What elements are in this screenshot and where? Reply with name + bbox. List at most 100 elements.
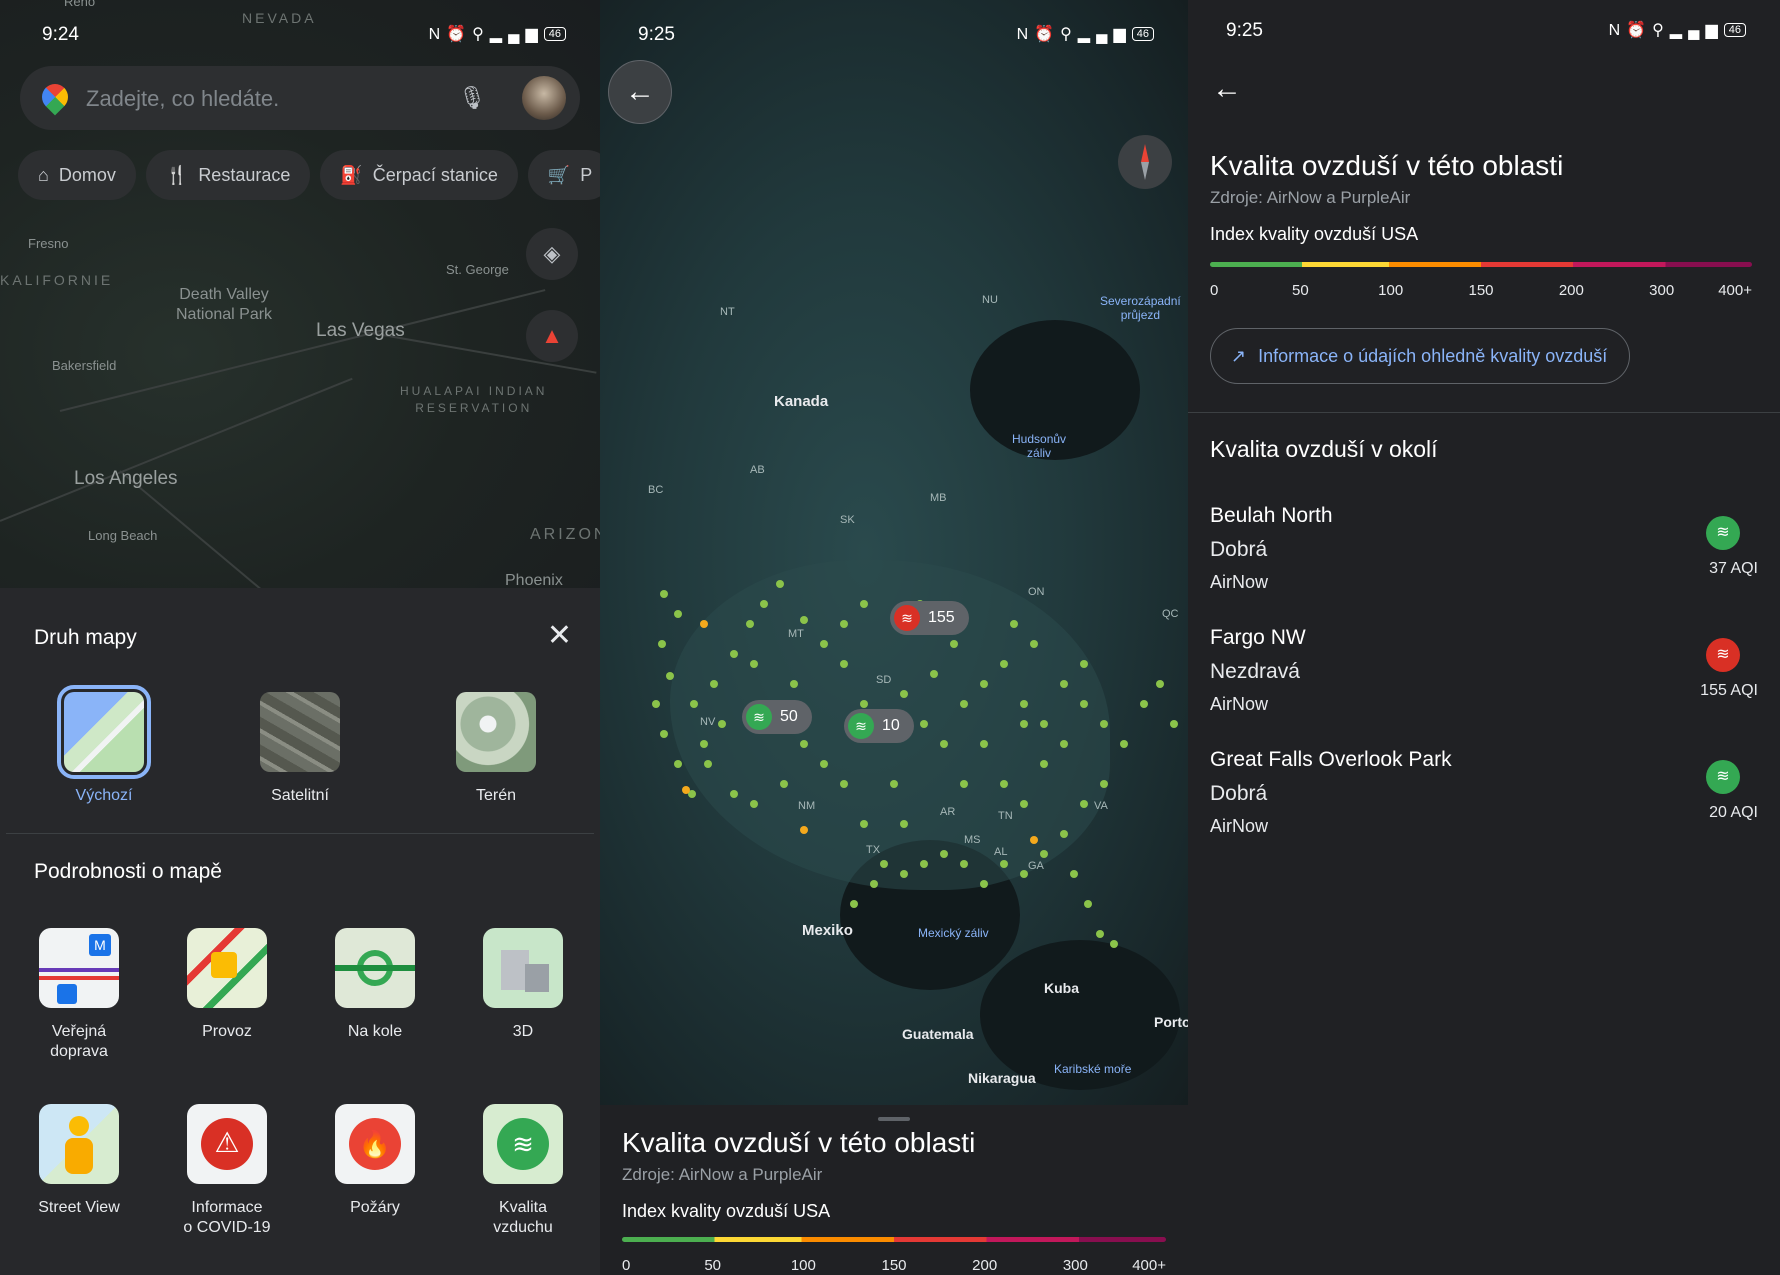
- search-input[interactable]: Zadejte, co hledáte.: [86, 86, 279, 112]
- sensor-dot: [1120, 740, 1128, 748]
- sensor-dot: [674, 610, 682, 618]
- sensor-dot: [690, 700, 698, 708]
- detail-cycling[interactable]: Na kole: [320, 928, 430, 1042]
- arrow-left-icon: ←: [625, 75, 655, 108]
- 3d-buildings-icon: [483, 928, 563, 1008]
- detail-wildfires[interactable]: 🔥 Požáry: [320, 1104, 430, 1218]
- sensor-dot: [920, 860, 928, 868]
- sensor-dot: [850, 900, 858, 908]
- map-label-tx: TX: [866, 844, 881, 856]
- air-quality-icon: ≋: [483, 1104, 563, 1184]
- sensor-dot-moderate: [800, 826, 808, 834]
- map-label-nikaragua: Nikaragua: [968, 1070, 1036, 1086]
- status-time: 9:25: [638, 24, 675, 45]
- signal-icon: ▂▄▆: [1669, 22, 1724, 39]
- status-time: 9:25: [1226, 20, 1263, 41]
- sensor-dot: [750, 800, 758, 808]
- battery-icon: 46: [1131, 27, 1154, 41]
- default-map-thumb: [57, 685, 151, 779]
- map-label-mb: MB: [930, 492, 947, 504]
- avatar[interactable]: [522, 76, 566, 120]
- map-label-va: VA: [1094, 800, 1108, 812]
- map-label-bakersfield: Bakersfield: [52, 358, 117, 373]
- sensor-dot: [940, 740, 948, 748]
- map-label-kalifornie: KALIFORNIE: [0, 272, 114, 288]
- detail-street-view[interactable]: Street View: [24, 1104, 134, 1218]
- aqi-marker-155[interactable]: ≋ 155: [890, 601, 969, 635]
- detail-transit[interactable]: M Veřejná doprava: [24, 928, 134, 1062]
- air-quality-sheet[interactable]: Kvalita ovzduší v této oblasti Zdroje: A…: [600, 1105, 1188, 1275]
- satellite-map-thumb: [260, 692, 340, 772]
- map-type-default[interactable]: Výchozí: [54, 685, 154, 806]
- sensor-dot: [900, 820, 908, 828]
- status-icons: N⏰⚲▂▄▆ 46: [1017, 24, 1154, 44]
- map-label-mt: MT: [788, 628, 804, 640]
- sensor-dot: [890, 780, 898, 788]
- arrow-left-icon: ←: [1212, 72, 1242, 105]
- sensor-dot: [1080, 660, 1088, 668]
- chip-restaurants[interactable]: 🍴 Restaurace: [145, 150, 311, 200]
- compass-button[interactable]: [1118, 135, 1172, 189]
- sensor-dot: [870, 880, 878, 888]
- sensor-dot: [790, 680, 798, 688]
- sensor-dot: [1020, 720, 1028, 728]
- map-label-sk: SK: [840, 514, 855, 526]
- aqi-marker-10[interactable]: ≋ 10: [844, 709, 914, 743]
- sensor-dot: [776, 580, 784, 588]
- status-icons: N⏰⚲▂▄▆ 46: [1609, 20, 1746, 40]
- air-quality-icon: ≋: [848, 712, 874, 739]
- back-button[interactable]: ←: [1212, 72, 1242, 106]
- chip-gas-stations[interactable]: ⛽ Čerpací stanice: [320, 150, 518, 200]
- map-type-sheet: Druh mapy ✕ Výchozí Satelitní Terén Podr…: [0, 588, 600, 1275]
- sensor-dot: [860, 600, 868, 608]
- sensor-dot: [760, 600, 768, 608]
- detail-air-quality[interactable]: ≋ Kvalita vzduchu: [468, 1104, 578, 1238]
- status-bar: 9:25 N⏰⚲▂▄▆ 46: [600, 0, 1188, 70]
- station-item[interactable]: Great Falls Overlook Park Dobrá AirNow ≋…: [1210, 748, 1758, 868]
- aqi-scale-bar: [622, 1237, 1166, 1242]
- aqi-tick-label: 50: [1291, 282, 1309, 299]
- close-icon[interactable]: ✕: [547, 618, 572, 653]
- sheet-title: Kvalita ovzduší v této oblasti: [622, 1127, 976, 1158]
- chip-home[interactable]: ⌂ Domov: [18, 150, 136, 200]
- sensor-dot: [780, 780, 788, 788]
- search-bar[interactable]: Zadejte, co hledáte. 🎙: [20, 66, 580, 130]
- category-chips: ⌂ Domov 🍴 Restaurace ⛽ Čerpací stanice 🛒 P: [18, 150, 600, 200]
- detail-traffic[interactable]: Provoz: [172, 928, 282, 1042]
- back-button[interactable]: ←: [608, 60, 672, 124]
- sensor-dot: [710, 680, 718, 688]
- sensor-dot: [660, 590, 668, 598]
- aqi-tick-label: 150: [1468, 282, 1494, 299]
- air-quality-map[interactable]: Kanada Mexiko Kuba Guatemala Nikaragua P…: [600, 0, 1188, 1105]
- mic-icon[interactable]: 🎙: [458, 85, 486, 111]
- map-label-al: AL: [994, 846, 1008, 858]
- detail-3d[interactable]: 3D: [468, 928, 578, 1042]
- sensor-dot: [840, 620, 848, 628]
- sensor-dot: [800, 740, 808, 748]
- detail-covid[interactable]: ⚠ Informace o COVID-19: [172, 1104, 282, 1238]
- aqi-tick-label: 300: [1649, 282, 1675, 299]
- signal-icon: ▂▄▆: [489, 26, 544, 43]
- sensor-dot: [800, 616, 808, 624]
- aqi-tick-label: 400+: [1132, 1257, 1166, 1274]
- sensor-dot: [666, 672, 674, 680]
- map-type-satellite[interactable]: Satelitní: [250, 692, 350, 806]
- station-item[interactable]: Fargo NW Nezdravá AirNow ≋ 155 AQI: [1210, 626, 1758, 746]
- map-label-arizona: ARIZON: [530, 526, 600, 543]
- sensor-dot: [950, 640, 958, 648]
- map-type-screen: Reno NEVADA Fresno KALIFORNIE Death Vall…: [0, 0, 600, 1275]
- air-quality-info-link[interactable]: ↗ Informace o údajích ohledně kvality ovz…: [1210, 328, 1631, 384]
- station-item[interactable]: Beulah North Dobrá AirNow ≋ 37 AQI: [1210, 504, 1758, 624]
- map-label-fresno: Fresno: [28, 236, 69, 251]
- air-quality-map-screen: Kanada Mexiko Kuba Guatemala Nikaragua P…: [600, 0, 1188, 1275]
- chip-shopping[interactable]: 🛒 P: [527, 150, 600, 200]
- index-label: Index kvality ovzduší USA: [1210, 224, 1419, 244]
- aqi-marker-50[interactable]: ≋ 50: [742, 700, 812, 734]
- drag-handle[interactable]: [878, 1117, 910, 1121]
- nfc-icon: N: [428, 26, 447, 43]
- compass-button[interactable]: ▲: [526, 310, 578, 362]
- layers-button[interactable]: ◈: [526, 228, 578, 280]
- sensor-dot: [730, 650, 738, 658]
- map-label-severo: Severozápadní průjezd: [1100, 294, 1181, 322]
- map-type-terrain[interactable]: Terén: [446, 692, 546, 806]
